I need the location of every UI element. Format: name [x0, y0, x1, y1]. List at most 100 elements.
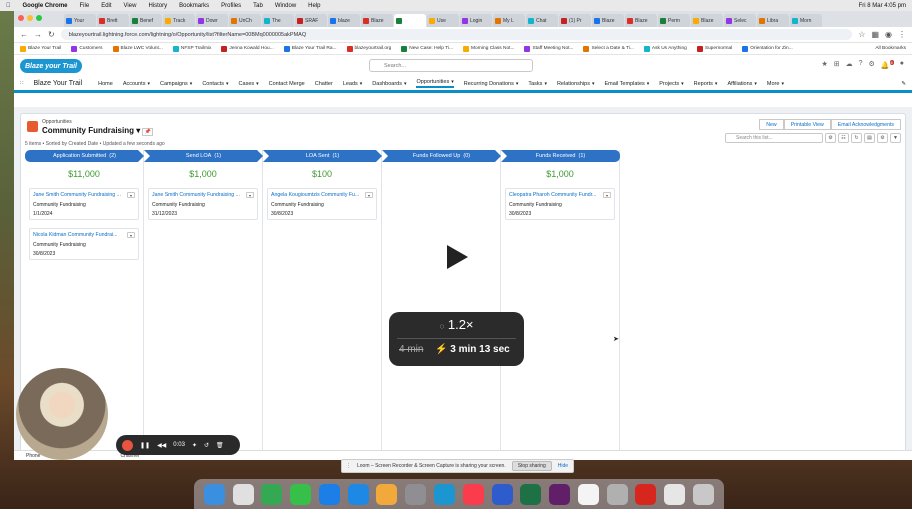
- browser-tab[interactable]: Track: [163, 14, 195, 27]
- browser-tab[interactable]: Chat: [526, 14, 558, 27]
- list-settings-gear-icon[interactable]: ⚙: [825, 133, 836, 143]
- opportunity-name-link[interactable]: Nicola Kidman Community Fundrai...: [33, 232, 125, 238]
- chevron-down-icon[interactable]: ▾: [147, 81, 150, 87]
- browser-tab[interactable]: Perm: [658, 14, 690, 27]
- nav-item-tasks[interactable]: Tasks ▾: [528, 81, 547, 87]
- profile-icon[interactable]: ◉: [885, 30, 892, 39]
- hide-link[interactable]: Hide: [558, 463, 568, 469]
- bookmark-item[interactable]: Ask Us Anything: [643, 45, 687, 52]
- opportunity-card[interactable]: Angela Kougioumtzis Community Fu... Commu…: [267, 188, 377, 220]
- browser-tab[interactable]: Brett: [97, 14, 129, 27]
- list-view-title[interactable]: Community Fundraising ▾ 📌: [42, 126, 153, 136]
- dock-calendar-icon[interactable]: [577, 483, 599, 505]
- browser-tab[interactable]: Blaze: [592, 14, 624, 27]
- stop-recording-button[interactable]: [122, 439, 133, 451]
- guidance-icon[interactable]: ☁: [846, 60, 853, 69]
- menu-help[interactable]: Help: [308, 3, 320, 9]
- browser-tab[interactable]: (1) Pr: [559, 14, 591, 27]
- list-search-input[interactable]: Search this list...: [725, 133, 823, 143]
- global-actions-icon[interactable]: ⊞: [834, 60, 840, 69]
- help-icon[interactable]: ?: [859, 60, 863, 69]
- opportunity-card[interactable]: Jane Smith Community Fundraising ... Comm…: [29, 188, 139, 220]
- dock-settings-icon[interactable]: [405, 483, 427, 505]
- pause-icon[interactable]: ❚❚: [140, 442, 150, 449]
- browser-tab[interactable]: My L: [493, 14, 525, 27]
- browser-tab[interactable]: blaze: [328, 14, 360, 27]
- browser-tab[interactable]: Blaze: [625, 14, 657, 27]
- bookmark-item[interactable]: Orientation for Zin...: [742, 45, 793, 52]
- dock-chrome-icon[interactable]: [261, 483, 283, 505]
- nav-item-email-templates[interactable]: Email Templates ▾: [605, 81, 650, 87]
- dock-salesforce-icon[interactable]: [434, 483, 455, 505]
- chevron-down-icon[interactable]: ▾: [360, 81, 363, 87]
- setup-gear-icon[interactable]: ⚙: [869, 60, 875, 69]
- nav-item-cases[interactable]: Cases ▾: [239, 81, 259, 87]
- record-actions-chevron-icon[interactable]: ▾: [127, 232, 135, 238]
- browser-tab[interactable]: Use: [427, 14, 459, 27]
- forward-icon[interactable]: →: [34, 30, 42, 39]
- nav-item-opportunities[interactable]: Opportunities ▾: [416, 79, 454, 88]
- dock-trash-icon[interactable]: [692, 483, 714, 505]
- chevron-down-icon[interactable]: ▾: [592, 81, 595, 87]
- chevron-down-icon[interactable]: ▾: [681, 81, 684, 87]
- draw-icon[interactable]: ✦: [192, 442, 197, 449]
- nav-item-contact-merge[interactable]: Contact Merge: [269, 81, 305, 87]
- pin-icon[interactable]: 📌: [142, 128, 153, 136]
- nav-item-relationships[interactable]: Relationships ▾: [557, 81, 595, 87]
- back-icon[interactable]: ←: [20, 30, 28, 39]
- bookmark-item[interactable]: Supernormal: [696, 45, 732, 52]
- menu-tab[interactable]: Tab: [253, 3, 263, 9]
- rewind-icon[interactable]: ◀◀: [157, 442, 166, 449]
- avatar[interactable]: ●: [900, 60, 904, 69]
- record-actions-chevron-icon[interactable]: ▾: [365, 192, 373, 198]
- dock-acrobat-icon[interactable]: [635, 483, 657, 505]
- all-bookmarks-button[interactable]: All Bookmarks: [875, 46, 906, 51]
- play-button[interactable]: [418, 218, 496, 296]
- menu-file[interactable]: File: [80, 3, 90, 9]
- record-actions-chevron-icon[interactable]: ▾: [603, 192, 611, 198]
- dock-finder-icon[interactable]: [203, 483, 225, 505]
- browser-tab[interactable]: Blaze: [691, 14, 723, 27]
- favorites-icon[interactable]: ★: [821, 60, 827, 69]
- url-field[interactable]: blazeyourtrail.lightning.force.com/light…: [60, 29, 853, 40]
- menubar-app-name[interactable]: Google Chrome: [23, 3, 68, 9]
- reload-icon[interactable]: ↻: [48, 30, 55, 39]
- bookmark-item[interactable]: blazeyourtrail.org: [346, 45, 391, 52]
- browser-tab[interactable]: [394, 14, 426, 27]
- bookmark-item[interactable]: Staff Meeting Not...: [524, 45, 573, 52]
- chevron-down-icon[interactable]: ▾: [190, 81, 193, 87]
- opportunity-card[interactable]: Nicola Kidman Community Fundrai... Commun…: [29, 228, 139, 260]
- opportunity-name-link[interactable]: Jane Smith Community Fundraising ...: [152, 192, 244, 198]
- restart-icon[interactable]: ↺: [204, 442, 209, 449]
- dock-slack-icon[interactable]: [549, 483, 571, 505]
- bookmark-item[interactable]: Jenna Kowald Hou...: [221, 45, 274, 52]
- menu-bookmarks[interactable]: Bookmarks: [179, 3, 209, 9]
- bookmark-item[interactable]: Select a Date & Ti...: [583, 45, 634, 52]
- trash-icon[interactable]: 🗑: [216, 442, 224, 449]
- browser-tab[interactable]: UnCh: [229, 14, 261, 27]
- edit-nav-pencil-icon[interactable]: ✎: [901, 81, 906, 87]
- dock-music-icon[interactable]: [462, 483, 484, 505]
- chevron-down-icon[interactable]: ▾: [544, 81, 547, 87]
- browser-tab[interactable]: Selec: [724, 14, 756, 27]
- browser-tab[interactable]: Blaze: [361, 14, 393, 27]
- browser-tab[interactable]: SRAF: [295, 14, 327, 27]
- email-acknowledgments-button[interactable]: Email Acknowledgments: [830, 119, 901, 130]
- chevron-down-icon[interactable]: ▾: [754, 81, 757, 87]
- apple-icon[interactable]: : [6, 3, 11, 9]
- chevron-down-icon[interactable]: ▾: [715, 81, 718, 87]
- chart-icon[interactable]: ▤: [864, 133, 875, 143]
- bookmark-item[interactable]: Blaze LWC Volunt...: [112, 45, 163, 52]
- stage-header[interactable]: Application Submitted (2): [25, 150, 144, 162]
- minimize-window-button[interactable]: [27, 15, 33, 21]
- dock-messages-icon[interactable]: [290, 483, 312, 505]
- bookmark-item[interactable]: NFSP Trailmix: [172, 45, 211, 52]
- chevron-down-icon[interactable]: ▾: [256, 81, 259, 87]
- app-logo[interactable]: Blaze your Trail: [20, 59, 82, 73]
- bookmark-item[interactable]: Blaze Your Trail Ra...: [283, 45, 337, 52]
- nav-item-leads[interactable]: Leads ▾: [343, 81, 363, 87]
- opportunity-card[interactable]: Jane Smith Community Fundraising ... Comm…: [148, 188, 258, 220]
- nav-item-projects[interactable]: Projects ▾: [659, 81, 683, 87]
- opportunity-name-link[interactable]: Cleopatra Pharoh Community Fundr...: [509, 192, 601, 198]
- nav-item-campaigns[interactable]: Campaigns ▾: [160, 81, 192, 87]
